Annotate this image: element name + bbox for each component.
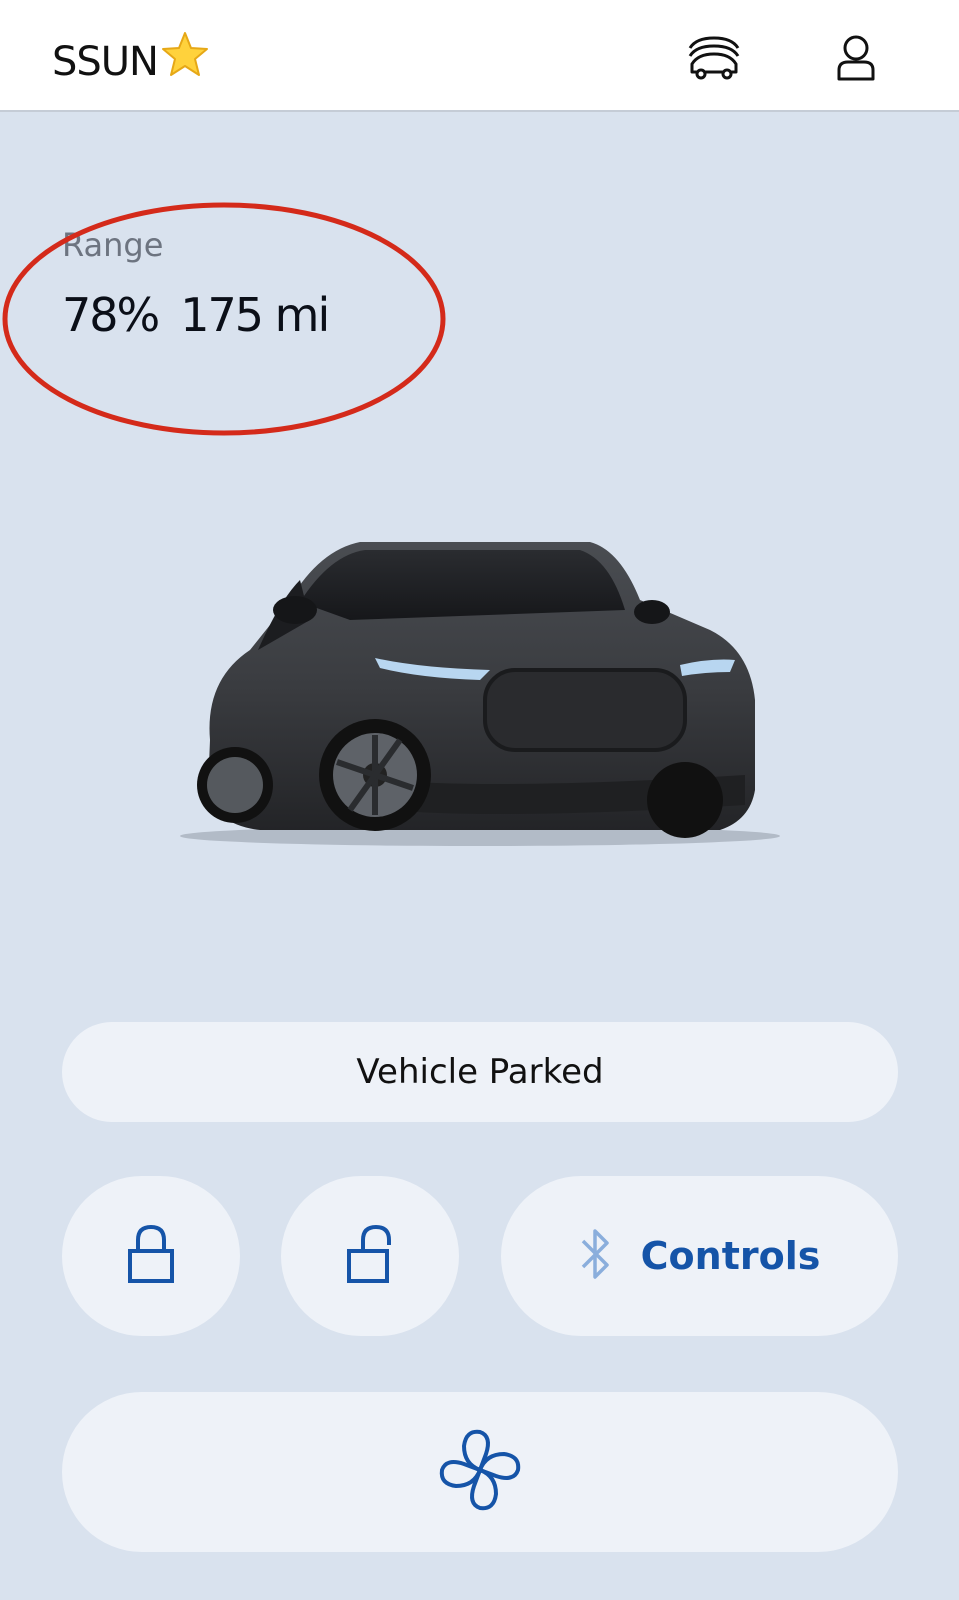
controls-label: Controls	[640, 1234, 821, 1278]
lock-icon	[126, 1223, 176, 1289]
vehicle-name-label: SSUN	[52, 39, 159, 85]
star-icon	[160, 30, 210, 90]
fan-icon	[434, 1424, 526, 1520]
unlock-icon	[345, 1223, 395, 1289]
unlock-button[interactable]	[281, 1176, 459, 1336]
vehicles-icon[interactable]	[686, 34, 742, 84]
vehicle-status-text: Vehicle Parked	[356, 1052, 604, 1092]
annotation-circle	[2, 202, 446, 436]
lock-button[interactable]	[62, 1176, 240, 1336]
vehicle-name: SSUN	[52, 32, 210, 90]
account-icon[interactable]	[836, 34, 876, 86]
climate-button[interactable]	[62, 1392, 898, 1552]
bluetooth-icon	[579, 1223, 613, 1289]
vehicle-status: Vehicle Parked	[62, 1022, 898, 1122]
app-header: SSUN	[0, 0, 959, 112]
controls-button[interactable]: Controls	[501, 1176, 898, 1336]
vehicle-image	[170, 530, 790, 874]
